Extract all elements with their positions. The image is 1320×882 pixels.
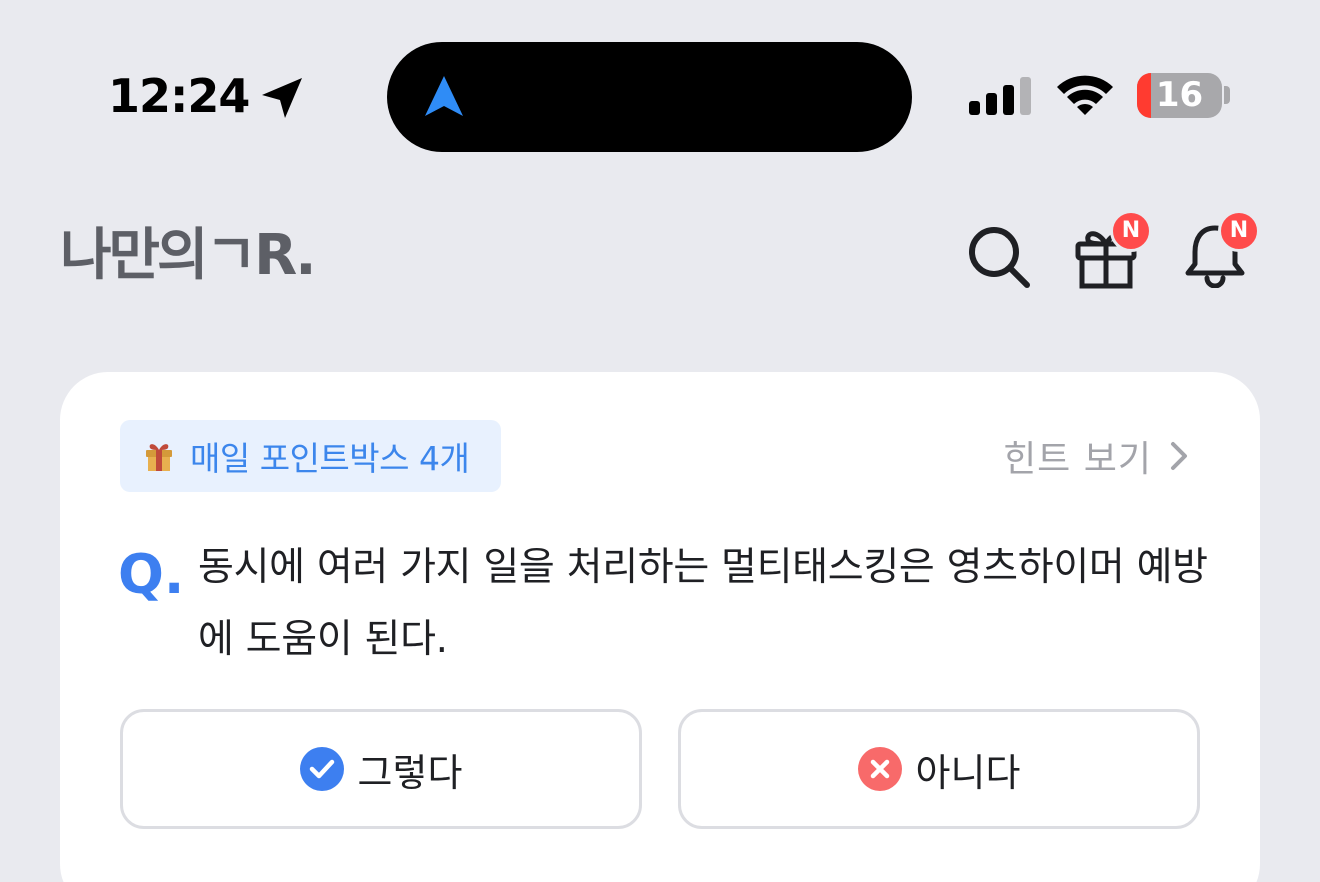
hint-link[interactable]: 힌트 보기 xyxy=(1003,430,1188,482)
quiz-card: 매일 포인트박스 4개 힌트 보기 Q. 동시에 여러 가지 일을 처리하는 멀… xyxy=(60,372,1260,882)
cellular-signal-icon xyxy=(969,77,1031,115)
battery-cap xyxy=(1224,86,1230,104)
question-mark-label: Q. xyxy=(118,543,185,606)
daily-points-label: 매일 포인트박스 4개 xyxy=(190,439,470,478)
navigation-arrow-icon xyxy=(425,76,463,116)
battery-level: 16 xyxy=(1155,75,1204,115)
dynamic-island xyxy=(387,42,912,152)
search-icon[interactable] xyxy=(966,224,1032,290)
wifi-icon xyxy=(1057,75,1113,115)
gift-notification-badge: N xyxy=(1110,210,1152,252)
app-logo[interactable]: 나만의ㄱR. xyxy=(60,218,317,294)
chevron-right-icon xyxy=(1171,442,1187,470)
bell-notification-badge: N xyxy=(1218,210,1260,252)
hint-label: 힌트 보기 xyxy=(1003,439,1152,480)
daily-points-badge: 매일 포인트박스 4개 xyxy=(120,420,502,492)
answer-yes-label: 그렇다 xyxy=(357,750,463,795)
answer-no-button[interactable]: 아니다 xyxy=(678,709,1200,829)
status-time: 12:24 xyxy=(108,69,250,123)
battery-indicator: 16 xyxy=(1137,73,1222,118)
answer-no-label: 아니다 xyxy=(915,750,1021,795)
question-text: 동시에 여러 가지 일을 처리하는 멀티태스킹은 영츠하이머 예방에 도움이 된… xyxy=(198,545,1208,662)
answer-yes-button[interactable]: 그렇다 xyxy=(120,709,642,829)
x-circle-icon xyxy=(857,747,902,791)
check-circle-icon xyxy=(299,747,344,791)
location-arrow-icon xyxy=(262,78,302,118)
gift-emoji-icon xyxy=(144,440,174,472)
